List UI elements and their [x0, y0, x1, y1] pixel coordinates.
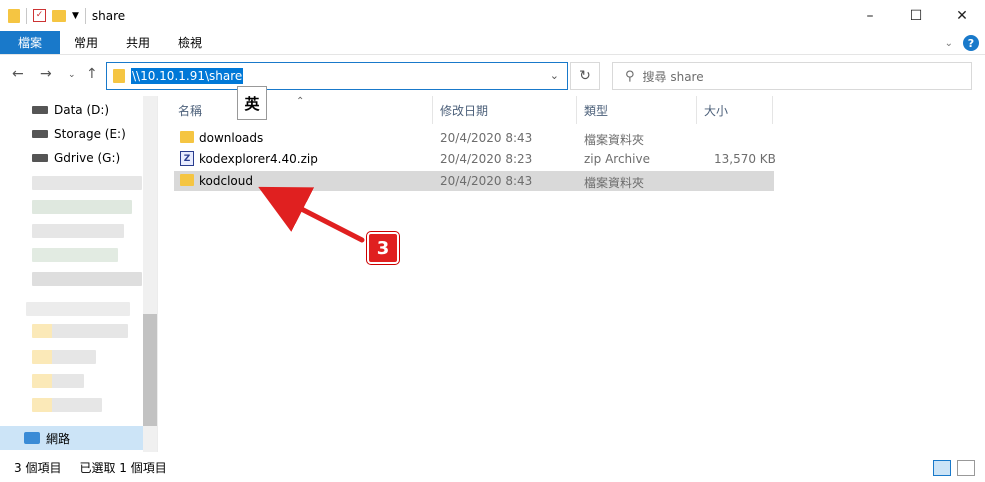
- status-bar: 3 個項目 已選取 1 個項目: [0, 452, 985, 482]
- details-view-icon[interactable]: [933, 460, 951, 476]
- selected-count: 已選取 1 個項目: [79, 460, 167, 475]
- large-icons-view-icon[interactable]: [957, 460, 975, 476]
- annotation-arrow: [258, 186, 367, 245]
- step-badge: 3: [367, 232, 399, 264]
- item-count: 3 個項目: [14, 460, 62, 475]
- view-toggle: [933, 460, 975, 476]
